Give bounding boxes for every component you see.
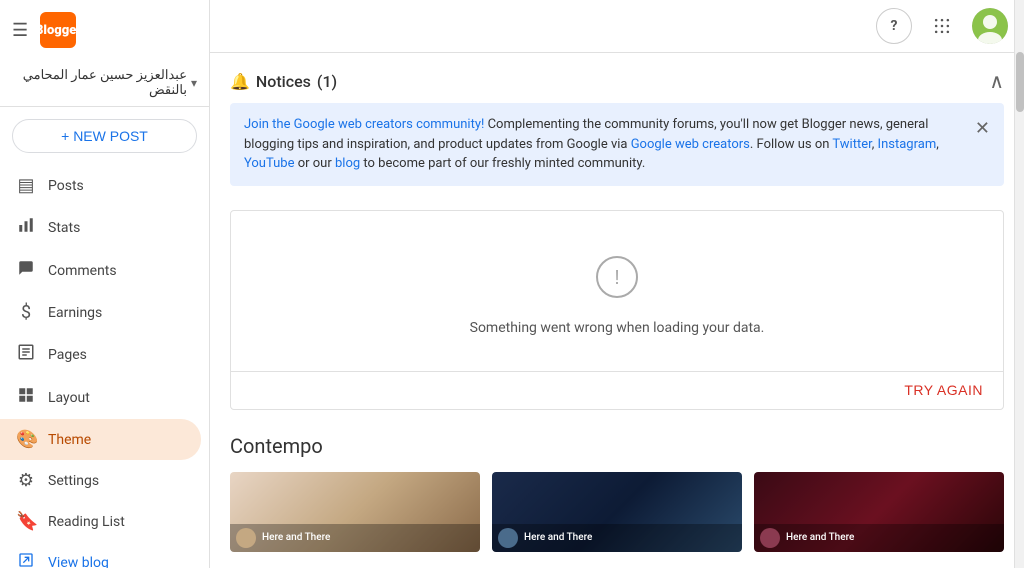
blog-selector-text: عبدالعزيز حسين عمار المحامي بالنقض <box>12 68 187 98</box>
sidebar-item-label: Comments <box>48 263 117 279</box>
sidebar-item-label: Stats <box>48 220 80 236</box>
notices-title: 🔔 Notices (1) <box>230 72 337 91</box>
notices-label: Notices <box>256 72 311 91</box>
reading-list-icon: 🔖 <box>16 511 36 532</box>
theme-avatar-3 <box>760 528 780 548</box>
dropdown-arrow-icon: ▾ <box>191 76 197 90</box>
notices-section: 🔔 Notices (1) ∧ Join the Google web crea… <box>210 53 1024 194</box>
theme-thumbnails: Here and There Here and There Here and T… <box>230 472 1004 552</box>
theme-avatar-1 <box>236 528 256 548</box>
error-card: ! Something went wrong when loading your… <box>230 210 1004 410</box>
theme-label-3: Here and There <box>786 532 854 543</box>
error-icon: ! <box>595 255 639 308</box>
sidebar-item-comments[interactable]: Comments <box>0 249 201 292</box>
try-again-button[interactable]: TRY AGAIN <box>904 382 983 398</box>
sidebar-item-reading-list[interactable]: 🔖 Reading List <box>0 501 201 542</box>
notice-text: Join the Google web creators community! … <box>244 115 963 174</box>
google-web-creators-link[interactable]: Google web creators <box>631 137 750 152</box>
earnings-icon: $ <box>16 302 36 323</box>
notice-banner: Join the Google web creators community! … <box>230 103 1004 186</box>
youtube-link[interactable]: YouTube <box>244 156 295 171</box>
stats-icon <box>16 216 36 239</box>
notices-header: 🔔 Notices (1) ∧ <box>230 69 1004 93</box>
sidebar-item-earnings[interactable]: $ Earnings <box>0 292 201 333</box>
blog-selector[interactable]: ▾ عبدالعزيز حسين عمار المحامي بالنقض <box>0 60 209 107</box>
sidebar-item-settings[interactable]: ⚙ Settings <box>0 460 201 501</box>
error-body: ! Something went wrong when loading your… <box>231 211 1003 371</box>
help-button[interactable]: ? <box>876 8 912 44</box>
view-blog-icon <box>16 552 36 568</box>
main-area: ? 🔔 Notices (1) <box>210 0 1024 568</box>
notice-close-button[interactable]: ✕ <box>975 115 990 142</box>
sidebar-item-stats[interactable]: Stats <box>0 206 201 249</box>
sidebar-item-view-blog[interactable]: View blog <box>0 542 201 568</box>
sidebar-item-label: Reading List <box>48 514 125 530</box>
theme-overlay-3: Here and There <box>754 524 1004 552</box>
blogger-logo: Blogger <box>40 12 76 48</box>
join-community-link[interactable]: Join the Google web creators community! <box>244 117 484 132</box>
theme-thumbnail-1[interactable]: Here and There <box>230 472 480 552</box>
user-avatar[interactable] <box>972 8 1008 44</box>
hamburger-icon[interactable]: ☰ <box>8 16 32 45</box>
collapse-notices-button[interactable]: ∧ <box>989 69 1004 93</box>
theme-icon: 🎨 <box>16 429 36 450</box>
sidebar-item-label: Pages <box>48 347 87 363</box>
theme-overlay-1: Here and There <box>230 524 480 552</box>
sidebar-item-pages[interactable]: Pages <box>0 333 201 376</box>
sidebar-item-label: Settings <box>48 473 99 489</box>
sidebar-item-layout[interactable]: Layout <box>0 376 201 419</box>
top-bar: ? <box>210 0 1024 53</box>
contempo-section: Contempo Here and There Here and There <box>210 426 1024 568</box>
sidebar-item-label: Layout <box>48 390 90 406</box>
content-area[interactable]: 🔔 Notices (1) ∧ Join the Google web crea… <box>210 53 1024 568</box>
theme-overlay-2: Here and There <box>492 524 742 552</box>
contempo-title: Contempo <box>230 434 1004 458</box>
sidebar: ☰ Blogger ▾ عبدالعزيز حسين عمار المحامي … <box>0 0 210 568</box>
twitter-link[interactable]: Twitter <box>832 137 871 152</box>
apps-grid-button[interactable] <box>924 8 960 44</box>
scrollbar-track[interactable] <box>1014 0 1024 568</box>
sidebar-item-label: View blog <box>48 555 109 568</box>
theme-thumbnail-2[interactable]: Here and There <box>492 472 742 552</box>
theme-avatar-2 <box>498 528 518 548</box>
instagram-link[interactable]: Instagram <box>878 137 937 152</box>
layout-icon <box>16 386 36 409</box>
posts-icon: ▤ <box>16 175 36 196</box>
notices-count: (1) <box>317 72 337 91</box>
pages-icon <box>16 343 36 366</box>
blog-link[interactable]: blog <box>335 156 360 171</box>
error-footer: TRY AGAIN <box>231 371 1003 409</box>
scrollbar-thumb[interactable] <box>1016 52 1024 112</box>
notice-middle: . Follow us on <box>750 137 833 152</box>
comments-icon <box>16 259 36 282</box>
sidebar-header: ☰ Blogger <box>0 0 209 60</box>
new-post-button[interactable]: + NEW POST <box>12 119 197 153</box>
sidebar-item-label: Theme <box>48 432 91 448</box>
theme-label-1: Here and There <box>262 532 330 543</box>
theme-thumbnail-3[interactable]: Here and There <box>754 472 1004 552</box>
error-message: Something went wrong when loading your d… <box>470 320 765 336</box>
theme-label-2: Here and There <box>524 532 592 543</box>
bell-icon: 🔔 <box>230 72 250 91</box>
sidebar-item-posts[interactable]: ▤ Posts <box>0 165 201 206</box>
settings-icon: ⚙ <box>16 470 36 491</box>
sidebar-item-label: Posts <box>48 178 84 194</box>
svg-text:!: ! <box>614 267 620 289</box>
sidebar-item-label: Earnings <box>48 305 102 321</box>
sidebar-item-theme[interactable]: 🎨 Theme <box>0 419 201 460</box>
